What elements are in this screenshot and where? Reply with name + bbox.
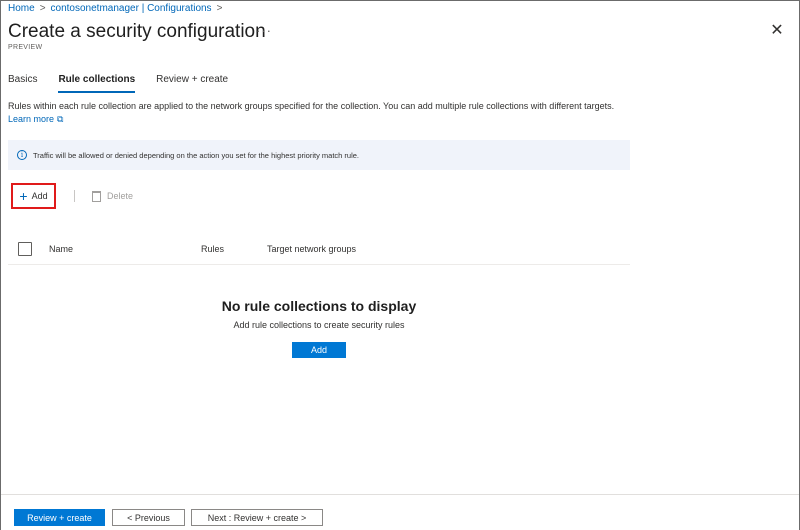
learn-more-link[interactable]: Learn more ⧉: [8, 113, 63, 126]
select-all-checkbox[interactable]: [18, 242, 32, 256]
delete-button[interactable]: Delete: [92, 190, 133, 202]
close-icon[interactable]: ✕: [769, 23, 785, 39]
breadcrumb-home[interactable]: Home: [8, 3, 35, 14]
breadcrumb-configurations[interactable]: contosonetmanager | Configurations: [51, 3, 212, 14]
learn-more-label[interactable]: Learn more: [8, 113, 54, 126]
add-button-label[interactable]: Add: [32, 191, 48, 201]
breadcrumb: Home > contosonetmanager | Configuration…: [8, 3, 222, 14]
breadcrumb-separator: >: [216, 3, 223, 14]
table-header: Name Rules Target network groups: [8, 239, 630, 265]
footer: Review + create < Previous Next : Review…: [1, 494, 799, 530]
tab-basics[interactable]: Basics: [8, 74, 37, 93]
blade-frame: Home > contosonetmanager | Configuration…: [0, 0, 800, 530]
info-banner: i Traffic will be allowed or denied depe…: [8, 140, 630, 170]
tab-bar: Basics Rule collections Review + create: [8, 74, 249, 93]
column-header-target-network-groups[interactable]: Target network groups: [267, 244, 356, 254]
next-button[interactable]: Next : Review + create >: [191, 509, 323, 526]
delete-button-label[interactable]: Delete: [107, 191, 133, 201]
toolbar: + Add Delete: [11, 183, 133, 209]
review-create-button[interactable]: Review + create: [14, 509, 105, 526]
toolbar-divider: [74, 190, 75, 202]
previous-button[interactable]: < Previous: [112, 509, 185, 526]
external-link-icon: ⧉: [57, 114, 64, 124]
empty-state-subtitle: Add rule collections to create security …: [233, 320, 405, 330]
empty-state-title: No rule collections to display: [221, 298, 417, 314]
description: Rules within each rule collection are ap…: [8, 100, 638, 126]
trash-icon: [92, 190, 101, 202]
info-icon: i: [17, 150, 27, 160]
description-text: Rules within each rule collection are ap…: [8, 101, 615, 111]
info-text: Traffic will be allowed or denied depend…: [33, 150, 360, 160]
page-title: Create a security configuration: [8, 21, 266, 42]
column-header-rules[interactable]: Rules: [201, 244, 224, 254]
tab-review-create[interactable]: Review + create: [156, 74, 228, 93]
tab-rule-collections[interactable]: Rule collections: [58, 74, 136, 93]
preview-label: PREVIEW: [8, 44, 43, 51]
more-options-icon[interactable]: ···: [256, 23, 272, 38]
breadcrumb-separator: >: [39, 3, 46, 14]
plus-icon: +: [19, 188, 28, 204]
column-header-name[interactable]: Name: [49, 244, 73, 254]
add-button[interactable]: + Add: [11, 183, 56, 209]
empty-state-add-button[interactable]: Add: [292, 342, 346, 358]
